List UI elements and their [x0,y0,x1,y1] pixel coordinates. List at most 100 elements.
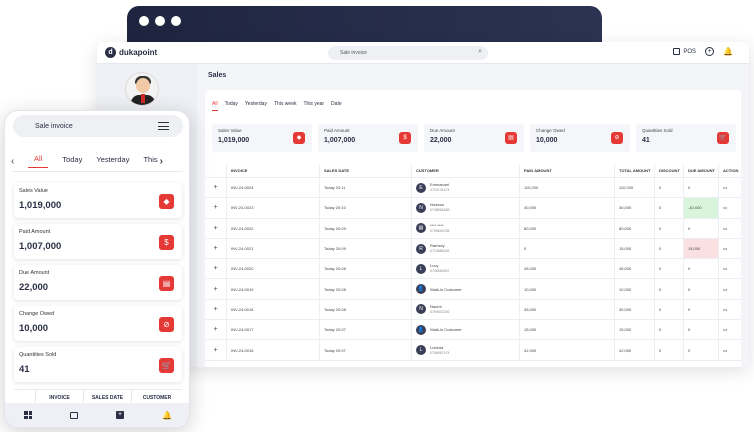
customer-name: Walk-in Customer [430,286,462,292]
customer-cell: 👤 Walk-in Customer [412,279,520,299]
col-sales-date[interactable]: SALES DATE [320,164,412,177]
card-change-owed: Change Owed 10,000 ⊘ [530,124,630,152]
customer-avatar: N [416,202,426,213]
due-amount: 0 [684,320,719,340]
col-paid-amount[interactable]: PAID AMOUNT [520,164,615,177]
tabs-divider [13,171,183,172]
total-amount: 15,000 [615,238,655,259]
col-due-amount[interactable]: DUE AMOUNT [684,164,719,177]
chevron-left-icon[interactable]: ‹ [11,156,21,167]
tab-this-year[interactable]: This year [303,101,324,111]
tab-today[interactable]: Today [62,155,82,168]
table-row[interactable]: + INV-24-0020 Today 20:08 L Lucy 0746662657 45… [205,259,741,280]
dashboard-icon[interactable] [24,411,32,419]
expand-row-icon[interactable]: + [205,279,227,299]
tag-icon: ◆ [293,132,305,144]
more-actions-icon[interactable]: ••• [719,340,741,359]
table-row[interactable]: + INV-24-0021 Today 20:09 R Ramsey 0724656252… [205,238,741,260]
tab-yesterday[interactable]: Yesterday [245,101,267,111]
more-actions-icon[interactable]: ••• [719,320,741,339]
table-row[interactable]: + INV-24-0022 Today 20:09 ▤ **** **** 0796694… [205,218,741,239]
brand-name: dukapoint [119,48,158,57]
table-row[interactable]: + INV-24-0018 Today 20:08 N Naomi 0794002292 3… [205,299,741,321]
expand-row-icon[interactable]: + [205,320,227,340]
customer-cell: E Emmanuel 0724741474 [412,178,520,198]
tab-all[interactable]: All [212,101,218,111]
customer-name: Walk-in Customer [430,327,462,333]
add-icon[interactable]: + [116,411,124,419]
invoice-number[interactable]: INV-24-0024 [227,178,320,198]
expand-row-icon[interactable]: + [205,238,227,259]
money-icon: $ [399,132,411,144]
window-dot-icon[interactable] [171,16,181,26]
more-actions-icon[interactable]: ••• [719,178,741,197]
expand-row-icon[interactable]: + [205,218,227,238]
expand-row-icon[interactable]: + [205,198,227,218]
tab-date[interactable]: Date [331,101,342,111]
table-row[interactable]: + INV-24-0016 Today 20:07 L Lubeda 0756567474… [205,340,741,361]
avatar[interactable] [125,72,159,106]
window-dot-icon[interactable] [139,16,149,26]
invoice-number[interactable]: INV-24-0020 [227,259,320,279]
tab-yesterday[interactable]: Yesterday [96,155,129,168]
invoice-number[interactable]: INV-24-0016 [227,340,320,360]
expand-row-icon[interactable]: + [205,340,227,360]
search-input[interactable]: Sale invoice ⌕ [328,46,488,60]
customer-phone: 0748506483 [430,208,450,213]
paid-amount: 80,000 [520,218,615,238]
more-actions-icon[interactable]: ••• [719,259,741,278]
more-actions-icon[interactable]: ••• [719,198,741,217]
total-amount: 35,000 [615,299,655,320]
total-amount: 42,000 [615,340,655,360]
customer-name: Nickson [430,202,445,208]
more-actions-icon[interactable]: ••• [719,239,741,258]
summary-cards: Sales Value 1,019,000 ◆ Paid Amount 1,00… [212,124,736,152]
tab-all[interactable]: All [28,154,49,168]
col-customer[interactable]: CUSTOMER [412,164,520,177]
bell-icon[interactable]: 🔔 [162,411,172,420]
sales-panel: All Today Yesterday This week This year … [205,90,741,367]
tab-this[interactable]: This [143,155,157,168]
invoice-number[interactable]: INV-24-0018 [227,299,320,320]
customer-avatar: ▤ [416,223,426,234]
invoice-number[interactable]: INV-24-0023 [227,198,320,218]
register-icon[interactable] [70,411,78,419]
invoice-number[interactable]: INV-24-0022 [227,218,320,238]
chevron-right-icon[interactable]: › [160,156,170,167]
total-amount: 80,000 [615,218,655,238]
due-amount: 0 [684,259,719,279]
pos-button[interactable]: POS [673,47,696,55]
sales-date: Today 20:08 [320,279,412,299]
search-input[interactable]: Sale invoice [13,115,183,137]
card-paid-amount: Paid Amount 1,007,000 $ [14,224,182,259]
customer-cell: 👤 Walk-in Customer [412,320,520,340]
tab-today[interactable]: Today [225,101,238,111]
table-row[interactable]: + INV-24-0019 Today 20:08 👤 Walk-in Customer… [205,279,741,300]
bell-icon[interactable]: 🔔 [723,47,733,56]
customer-name: Emmanuel [430,182,450,188]
table-row[interactable]: + INV-24-0017 Today 20:07 👤 Walk-in Customer… [205,320,741,341]
col-invoice[interactable]: INVOICE [227,164,320,177]
customer-avatar: L [416,345,426,356]
expand-row-icon[interactable]: + [205,178,227,198]
table-row[interactable]: + INV-24-0023 Today 20:10 N Nickson 074850648… [205,198,741,219]
more-actions-icon[interactable]: ••• [719,300,741,319]
invoice-number[interactable]: INV-24-0017 [227,320,320,340]
tab-this-week[interactable]: This week [274,101,297,111]
more-actions-icon[interactable]: ••• [719,219,741,238]
expand-row-icon[interactable]: + [205,299,227,320]
paid-amount: 0 [520,238,615,259]
expand-row-icon[interactable]: + [205,259,227,279]
window-dot-icon[interactable] [155,16,165,26]
invoice-number[interactable]: INV-24-0021 [227,238,320,259]
table-row[interactable]: + INV-24-0024 Today 20:11 E Emmanuel 07247414… [205,178,741,199]
col-total-amount[interactable]: TOTAL AMOUNT [615,164,655,177]
menu-icon[interactable] [158,122,169,130]
add-icon[interactable]: + [705,47,715,56]
total-amount: 15,000 [615,320,655,340]
register-icon [673,47,681,55]
col-discount[interactable]: DISCOUNT [655,164,684,177]
paid-amount: 40,000 [520,198,615,218]
invoice-number[interactable]: INV-24-0019 [227,279,320,299]
more-actions-icon[interactable]: ••• [719,279,741,298]
